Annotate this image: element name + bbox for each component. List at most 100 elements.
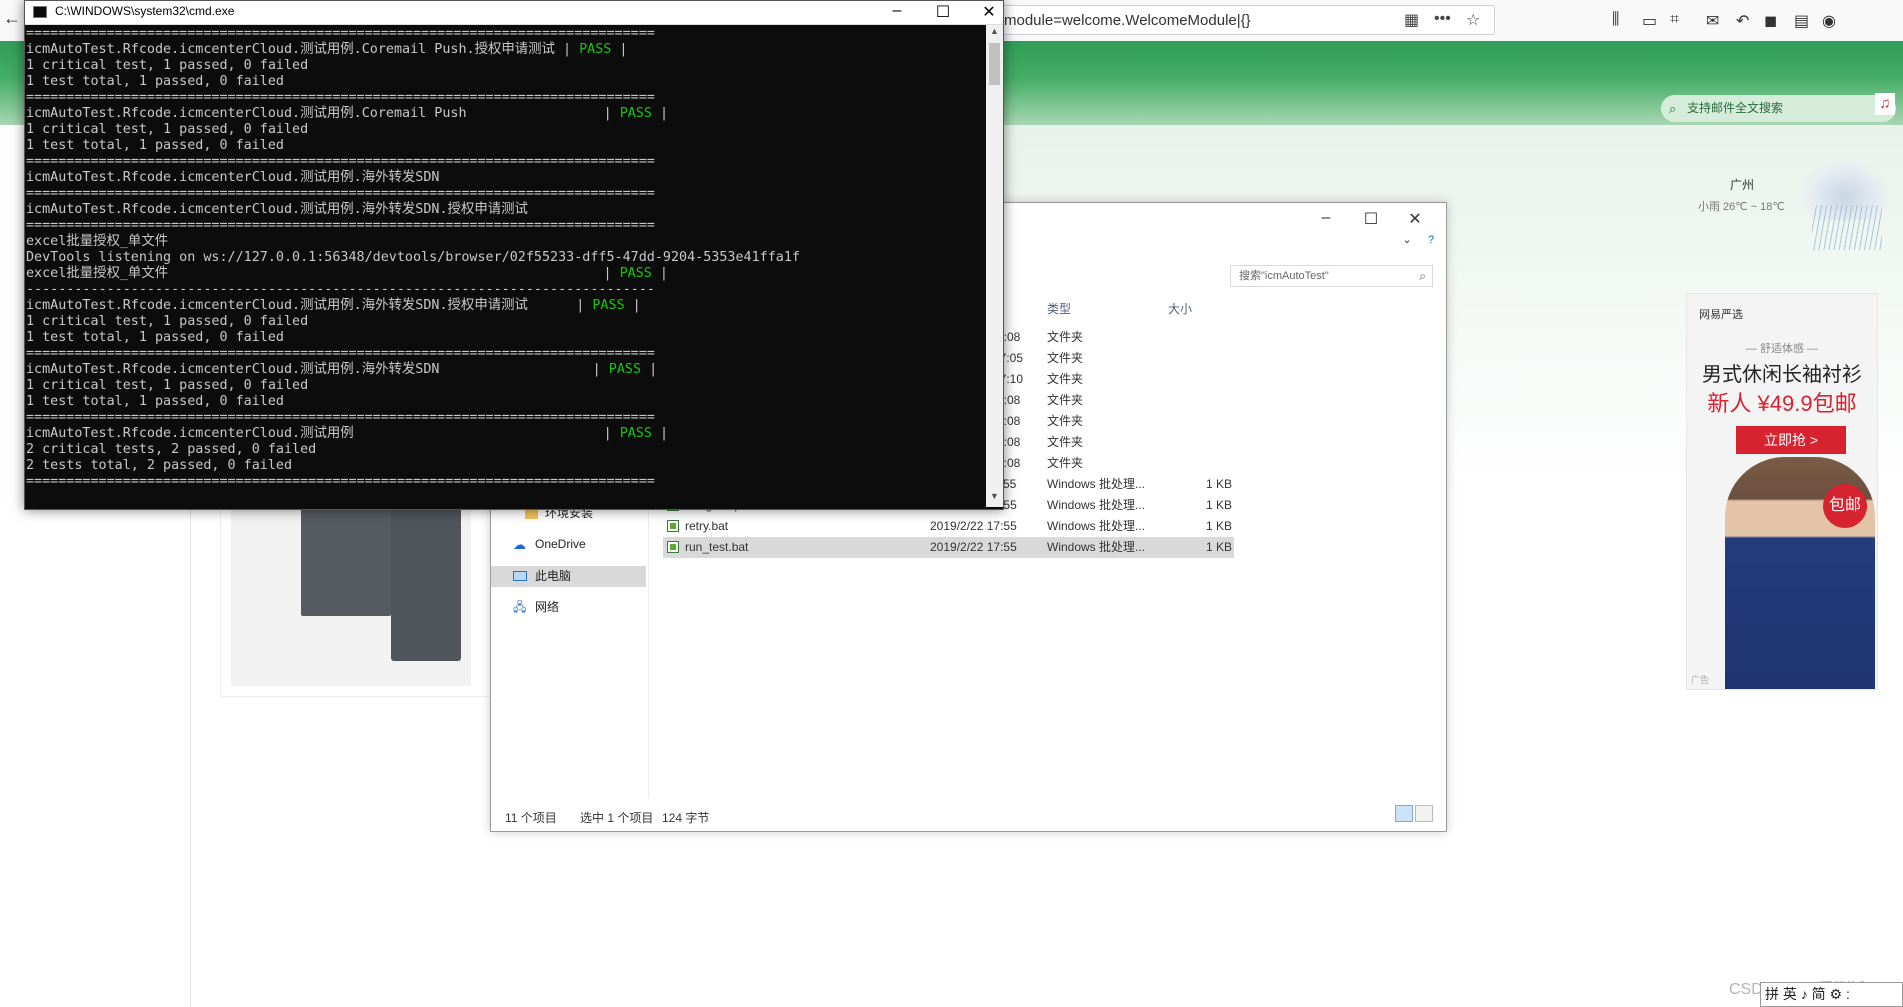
row-type: 文件夹 xyxy=(1047,435,1084,449)
console-line-text: icmAutoTest.Rfcode.icmcenterCloud.测试用例.海… xyxy=(26,298,593,313)
ad-title: 男式休闲长袖衬衫 xyxy=(1702,364,1862,386)
undo-icon[interactable]: ↶ xyxy=(1736,11,1749,31)
console-line-text: icmAutoTest.Rfcode.icmcenterCloud.测试用例.海… xyxy=(26,362,609,377)
ime-toolbar[interactable]: 拼 英 ♪ 简 ⚙ : xyxy=(1760,982,1903,1007)
pass-status: PASS xyxy=(608,362,642,377)
library-icon[interactable]: ⫼ xyxy=(1612,11,1619,29)
row-type: Windows 批处理... xyxy=(1047,498,1146,512)
console-line-text: icmAutoTest.Rfcode.icmcenterCloud.测试用例.海… xyxy=(26,202,528,217)
pass-status: PASS xyxy=(619,426,652,441)
console-line: ========================================… xyxy=(26,90,985,106)
ad-banner[interactable]: 网易严选 — 舒适体感 — 男式休闲长袖衬衫 新人 ¥49.9包邮 立即抢 > … xyxy=(1686,293,1878,690)
search-input[interactable]: 搜索"icmAutoTest" ⌕ xyxy=(1230,265,1433,287)
maximize-icon[interactable]: ☐ xyxy=(928,2,958,22)
console-line: excel批量授权_单文件 xyxy=(26,234,985,250)
row-type: 文件夹 xyxy=(1047,351,1084,365)
nav-label: OneDrive xyxy=(535,537,586,551)
qr-code-icon[interactable]: ▦ xyxy=(1404,10,1419,30)
help-icon[interactable]: ? xyxy=(1421,234,1441,246)
document-icon[interactable]: ▤ xyxy=(1794,11,1809,31)
column-type[interactable]: 类型 xyxy=(1047,300,1071,317)
row-type: 文件夹 xyxy=(1047,456,1084,470)
cloud-icon: ☁ xyxy=(513,537,526,552)
console-line-text: 1 critical test, 1 passed, 0 failed xyxy=(26,58,309,73)
scroll-thumb[interactable] xyxy=(989,43,1000,85)
console-line: ========================================… xyxy=(26,474,985,490)
nav-label: 网络 xyxy=(535,600,560,614)
console-line: excel批量授权_单文件 | PASS | xyxy=(26,266,985,282)
chat-icon[interactable]: ✉ xyxy=(1706,11,1719,31)
minimize-icon[interactable]: – xyxy=(882,2,912,20)
nav-item-onedrive[interactable]: ☁ OneDrive xyxy=(491,534,646,555)
more-icon[interactable]: ••• xyxy=(1434,10,1451,28)
console-line: 1 critical test, 1 passed, 0 failed xyxy=(26,58,985,74)
search-icon: ⌕ xyxy=(1669,101,1677,116)
column-size[interactable]: 大小 xyxy=(1168,300,1192,317)
nav-item-this-pc[interactable]: 此电脑 xyxy=(491,566,646,587)
star-icon[interactable]: ☆ xyxy=(1466,10,1480,30)
console-line-tail: | xyxy=(641,362,658,377)
console-line: ========================================… xyxy=(26,410,985,426)
console-line: icmAutoTest.Rfcode.icmcenterCloud.测试用例 |… xyxy=(26,426,985,442)
nav-item-network[interactable]: 🖧 网络 xyxy=(491,597,646,618)
console-line-text: ========================================… xyxy=(26,474,655,489)
scroll-up-icon[interactable]: ▲ xyxy=(986,26,1003,41)
console-line-text: 1 critical test, 1 passed, 0 failed xyxy=(26,314,309,329)
screenshot-icon[interactable]: ⌗ xyxy=(1670,11,1679,29)
console-line-text: ========================================… xyxy=(26,346,655,361)
close-icon[interactable]: ✕ xyxy=(974,2,1004,22)
row-size: 1 KB xyxy=(1206,540,1233,554)
weather-rain-icon xyxy=(1812,205,1882,250)
details-view-button[interactable] xyxy=(1395,805,1413,822)
maximize-icon[interactable]: ☐ xyxy=(1361,209,1381,229)
minimize-icon[interactable]: – xyxy=(1316,209,1336,227)
row-type: 文件夹 xyxy=(1047,414,1084,428)
console-line: 2 tests total, 2 passed, 0 failed xyxy=(26,458,985,474)
row-type: 文件夹 xyxy=(1047,393,1084,407)
account-icon[interactable]: ◉ xyxy=(1822,11,1836,31)
close-icon[interactable]: ✕ xyxy=(1405,209,1425,229)
console-scrollbar[interactable]: ▲ ▼ xyxy=(986,25,1003,507)
mail-search-input[interactable]: ⌕ 支持邮件全文搜索 xyxy=(1661,95,1896,122)
console-line-text: 1 test total, 1 passed, 0 failed xyxy=(26,74,284,89)
status-item-count: 11 个项目 xyxy=(505,811,557,825)
chevron-down-icon[interactable]: ⌄ xyxy=(1397,233,1417,246)
status-bytes: 124 字节 xyxy=(662,811,710,825)
mail-search-placeholder: 支持邮件全文搜索 xyxy=(1687,101,1784,115)
console-line-text: ========================================… xyxy=(26,410,655,425)
row-date: 2019/2/22 17:55 xyxy=(930,540,1017,554)
row-name: run_test.bat xyxy=(685,540,749,554)
console-line: icmAutoTest.Rfcode.icmcenterCloud.测试用例.C… xyxy=(26,42,985,58)
extension-icon[interactable]: ◼ xyxy=(1764,11,1777,31)
console-line-text: icmAutoTest.Rfcode.icmcenterCloud.测试用例.C… xyxy=(26,106,620,121)
console-output[interactable]: ========================================… xyxy=(25,25,985,507)
console-line: DevTools listening on ws://127.0.0.1:563… xyxy=(26,250,985,266)
scroll-down-icon[interactable]: ▼ xyxy=(986,491,1003,506)
console-line-text: 1 test total, 1 passed, 0 failed xyxy=(26,394,284,409)
network-icon: 🖧 xyxy=(513,600,527,614)
ad-cta-button[interactable]: 立即抢 > xyxy=(1736,426,1846,454)
search-placeholder: 搜索"icmAutoTest" xyxy=(1239,270,1329,282)
pass-status: PASS xyxy=(619,106,652,121)
music-icon[interactable]: ♫ xyxy=(1875,93,1895,115)
console-line: 1 test total, 1 passed, 0 failed xyxy=(26,138,985,154)
cmd-window[interactable]: C:\WINDOWS\system32\cmd.exe – ☐ ✕ ======… xyxy=(24,0,1004,510)
browser-back-button[interactable]: ← xyxy=(0,0,24,600)
icons-view-button[interactable] xyxy=(1415,805,1433,822)
computer-icon xyxy=(513,571,527,581)
console-line-tail: | xyxy=(651,266,668,281)
url-bar[interactable]: module=welcome.WelcomeModule|{} xyxy=(995,5,1495,35)
console-line: ========================================… xyxy=(26,186,985,202)
cmd-titlebar[interactable]: C:\WINDOWS\system32\cmd.exe – ☐ ✕ xyxy=(25,1,1003,25)
console-line: 1 test total, 1 passed, 0 failed xyxy=(26,394,985,410)
console-line: ========================================… xyxy=(26,346,985,362)
console-line: icmAutoTest.Rfcode.icmcenterCloud.测试用例.C… xyxy=(26,106,985,122)
ad-badge: 包邮 xyxy=(1823,484,1867,528)
batch-file-icon xyxy=(667,520,679,532)
ad-tagline: — 舒适体感 — xyxy=(1745,343,1819,355)
weather-city: 广州 xyxy=(1730,178,1755,192)
console-line-text: 2 critical tests, 2 passed, 0 failed xyxy=(26,442,317,457)
reader-icon[interactable]: ▭ xyxy=(1642,11,1657,31)
cmd-title: C:\WINDOWS\system32\cmd.exe xyxy=(55,4,235,18)
